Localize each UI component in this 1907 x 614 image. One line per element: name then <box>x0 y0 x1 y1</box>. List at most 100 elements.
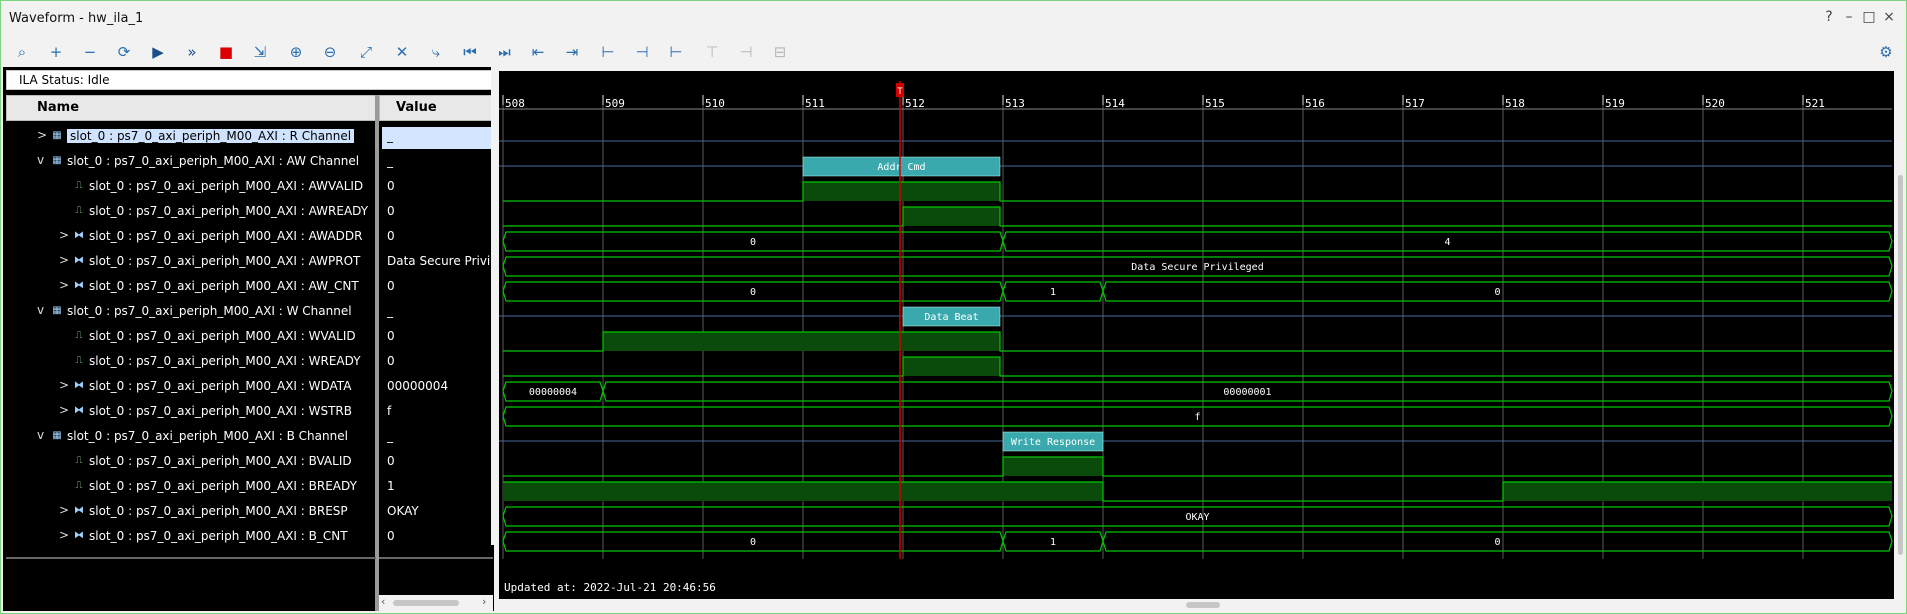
bit-signal-icon: ⎍ <box>75 455 83 466</box>
hscroll-thumb[interactable] <box>1186 602 1220 608</box>
run-immediate-icon[interactable]: » <box>181 41 203 63</box>
signal-row[interactable]: ⎍ slot_0 : ps7_0_axi_periph_M00_AXI : BVA… <box>3 450 493 475</box>
signal-row[interactable]: ⎍ slot_0 : ps7_0_axi_periph_M00_AXI : WRE… <box>3 350 493 375</box>
signal-name: slot_0 : ps7_0_axi_periph_M00_AXI : AWRE… <box>89 204 369 218</box>
prev-transition-icon[interactable]: ⇤ <box>527 41 549 63</box>
value-column-header[interactable]: Value <box>379 95 493 121</box>
signal-name: slot_0 : ps7_0_axi_periph_M00_AXI : R Ch… <box>67 129 355 143</box>
gear-icon[interactable]: ⚙ <box>1875 41 1897 63</box>
chevron-right-icon[interactable]: > <box>59 378 69 392</box>
signal-value: _ <box>387 304 393 318</box>
transaction-label: Data Beat <box>924 312 978 323</box>
bus-icon: ⧓ <box>74 230 84 241</box>
signal-row[interactable]: v ▦ slot_0 : ps7_0_axi_periph_M00_AXI : W … <box>3 300 493 325</box>
export-icon[interactable]: ⇲ <box>249 41 271 63</box>
zoom-out-icon[interactable]: ⊖ <box>319 41 341 63</box>
run-trigger-icon[interactable]: ▶ <box>147 41 169 63</box>
scroll-left-icon[interactable]: ‹ <box>381 595 385 608</box>
signal-row[interactable]: ⎍ slot_0 : ps7_0_axi_periph_M00_AXI : WVA… <box>3 325 493 350</box>
chevron-down-icon[interactable]: v <box>37 303 44 317</box>
add-marker-icon[interactable]: ⊢ <box>597 41 619 63</box>
signal-row[interactable]: > ⧓ slot_0 : ps7_0_axi_periph_M00_AXI : WD… <box>3 375 493 400</box>
bit-high-fill <box>503 482 1103 501</box>
waveform-window: Waveform - hw_ila_1 ? – □ × ⌕ + − ⟳ ▶ » ■ ⇲ ⊕ ⊖ ⤢ ✕… <box>0 0 1907 614</box>
chevron-right-icon[interactable]: > <box>59 403 69 417</box>
swap-cursors-icon[interactable]: ⊤ <box>701 41 723 63</box>
chevron-right-icon[interactable]: > <box>37 128 47 142</box>
signal-name: slot_0 : ps7_0_axi_periph_M00_AXI : AW C… <box>67 154 360 168</box>
waveform-canvas[interactable]: 508 509 510 511 512 513 514 515 516 517 518 519 520 5… <box>499 71 1894 599</box>
auto-retrigger-icon[interactable]: ⟳ <box>113 41 135 63</box>
chevron-down-icon[interactable]: v <box>37 153 44 167</box>
chevron-right-icon[interactable]: > <box>59 228 69 242</box>
chevron-right-icon[interactable]: > <box>59 528 69 542</box>
pane-splitter[interactable] <box>491 4 499 545</box>
vscroll-thumb[interactable] <box>1898 175 1903 555</box>
signal-row[interactable]: v ▦ slot_0 : ps7_0_axi_periph_M00_AXI : B … <box>3 425 493 450</box>
zoom-in-icon[interactable]: ⊕ <box>285 41 307 63</box>
remove-icon[interactable]: − <box>79 41 101 63</box>
bus-value-label: 00000004 <box>529 387 577 398</box>
stop-icon[interactable]: ■ <box>215 41 237 63</box>
signal-row[interactable]: > ▦ slot_0 : ps7_0_axi_periph_M00_AXI : R … <box>3 125 493 150</box>
value-hscroll-thumb[interactable] <box>393 600 459 606</box>
prev-marker-icon[interactable]: ⊣ <box>631 41 653 63</box>
toolbar: ⌕ + − ⟳ ▶» ■ ⇲ ⊕ ⊖ ⤢ ✕ ⤷ ⏮ ⏭ ⇤ ⇥ ⊢ ⊣ ⊢ ⊤ ⊣ ⊟ ⚙ <box>1 37 1906 65</box>
close-icon[interactable]: × <box>1881 9 1897 25</box>
signal-row[interactable]: > ⧓ slot_0 : ps7_0_axi_periph_M00_AXI : AW… <box>3 225 493 250</box>
signal-row[interactable]: > ⧓ slot_0 : ps7_0_axi_periph_M00_AXI : B_… <box>3 525 493 550</box>
chevron-down-icon[interactable]: v <box>37 428 44 442</box>
signal-row[interactable]: > ⧓ slot_0 : ps7_0_axi_periph_M00_AXI : AW… <box>3 275 493 300</box>
signal-row[interactable]: ⎍ slot_0 : ps7_0_axi_periph_M00_AXI : BRE… <box>3 475 493 500</box>
value-list-end <box>379 557 493 559</box>
signal-row[interactable]: v ▦ slot_0 : ps7_0_axi_periph_M00_AXI : AW… <box>3 150 493 175</box>
go-to-cursor-icon[interactable]: ⤷ <box>425 41 447 63</box>
bit-high-fill <box>1503 482 1892 501</box>
bit-waveform <box>503 456 1892 477</box>
ruler-tick-label: 516 <box>1305 97 1325 110</box>
chevron-right-icon[interactable]: > <box>59 503 69 517</box>
channel-icon: ▦ <box>52 430 62 441</box>
chevron-right-icon[interactable]: > <box>59 253 69 267</box>
help-icon[interactable]: ? <box>1821 9 1837 25</box>
cursor-icon[interactable]: ✕ <box>391 41 413 63</box>
waveform-vscrollbar[interactable] <box>1894 71 1906 599</box>
signal-name: slot_0 : ps7_0_axi_periph_M00_AXI : WSTR… <box>89 404 353 418</box>
maximize-icon[interactable]: □ <box>1861 9 1877 25</box>
go-to-start-icon[interactable]: ⏮ <box>459 41 481 63</box>
minimize-icon[interactable]: – <box>1841 9 1857 25</box>
next-transition-icon[interactable]: ⇥ <box>561 41 583 63</box>
ruler-tick-label: 515 <box>1205 97 1225 110</box>
bus-value-label: 0 <box>1494 287 1500 298</box>
search-icon[interactable]: ⌕ <box>11 41 33 63</box>
center-icon[interactable]: ⊟ <box>769 41 791 63</box>
signal-row[interactable]: > ⧓ slot_0 : ps7_0_axi_periph_M00_AXI : AW… <box>3 250 493 275</box>
bit-high-fill <box>603 332 1000 351</box>
waveform-hscrollbar[interactable] <box>499 599 1894 611</box>
signal-row[interactable]: ⎍ slot_0 : ps7_0_axi_periph_M00_AXI : AWV… <box>3 175 493 200</box>
name-list-end <box>6 557 376 559</box>
signal-value: 0 <box>387 529 395 543</box>
signal-row[interactable]: > ⧓ slot_0 : ps7_0_axi_periph_M00_AXI : BR… <box>3 500 493 525</box>
value-hscrollbar[interactable]: ‹ › <box>379 595 493 611</box>
signal-row[interactable]: > ⧓ slot_0 : ps7_0_axi_periph_M00_AXI : WS… <box>3 400 493 425</box>
zoom-fit-icon[interactable]: ⤢ <box>355 41 377 63</box>
bit-signal-icon: ⎍ <box>75 480 83 491</box>
scroll-right-icon[interactable]: › <box>482 595 486 608</box>
next-marker-icon[interactable]: ⊢ <box>665 41 687 63</box>
chevron-right-icon[interactable]: > <box>59 278 69 292</box>
name-column-header[interactable]: Name <box>6 95 376 121</box>
signal-name: slot_0 : ps7_0_axi_periph_M00_AXI : WREA… <box>89 354 361 368</box>
signal-value: 0 <box>387 454 395 468</box>
add-icon[interactable]: + <box>45 41 67 63</box>
bus-value-label: OKAY <box>1185 512 1209 523</box>
signal-row[interactable]: ⎍ slot_0 : ps7_0_axi_periph_M00_AXI : AWR… <box>3 200 493 225</box>
snap-icon[interactable]: ⊣ <box>735 41 757 63</box>
bus-value-label: f <box>1194 412 1200 423</box>
bit-waveform <box>503 206 1892 227</box>
bit-signal-icon: ⎍ <box>75 330 83 341</box>
channel-icon: ▦ <box>52 155 62 166</box>
signal-value: _ <box>387 429 393 443</box>
signal-value: _ <box>387 129 393 143</box>
signal-name: slot_0 : ps7_0_axi_periph_M00_AXI : AWVA… <box>89 179 364 193</box>
